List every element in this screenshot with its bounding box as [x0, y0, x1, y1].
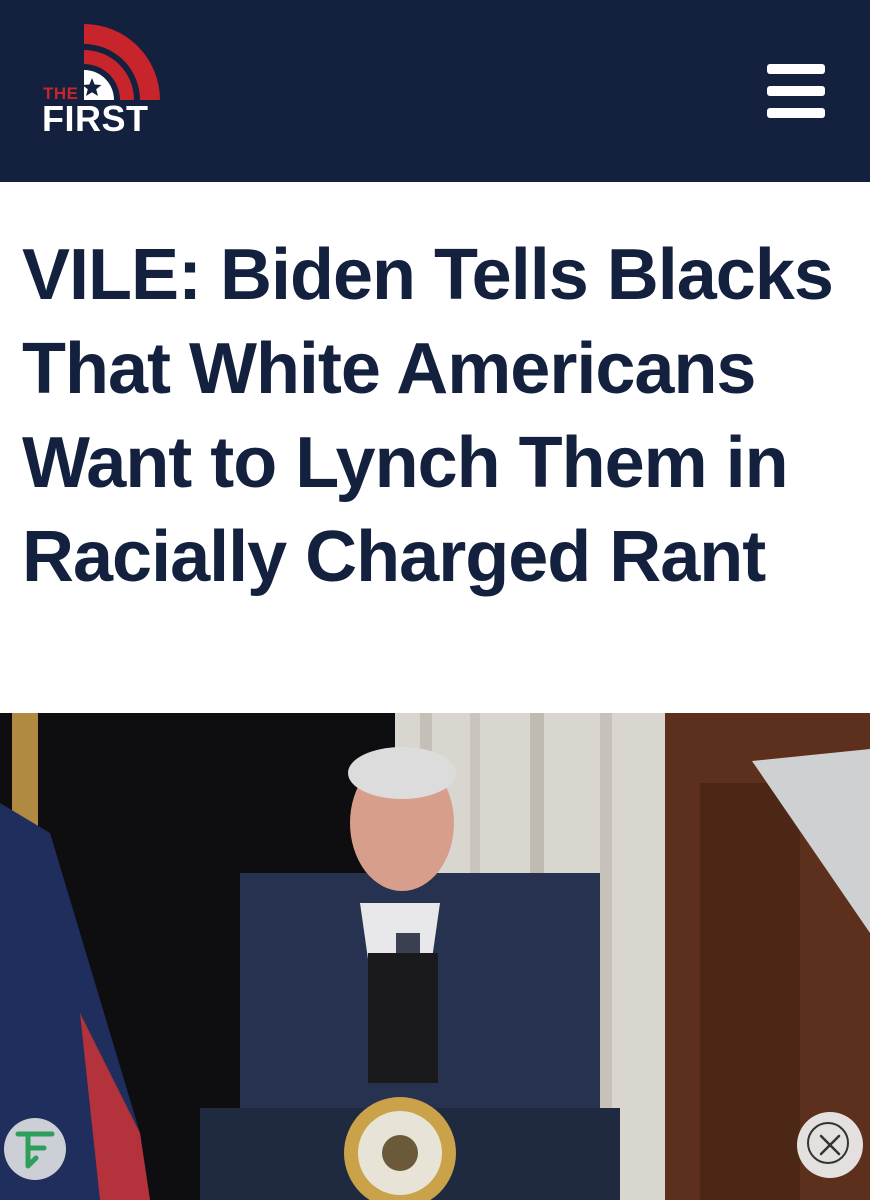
article-headline: VILE: Biden Tells Blacks That White Amer… — [22, 235, 834, 597]
menu-bar — [767, 86, 825, 96]
menu-bar — [767, 108, 825, 118]
site-header: THE FIRST — [0, 0, 870, 182]
close-x-glyph — [819, 1134, 841, 1156]
site-badge-glyph — [15, 1131, 55, 1169]
article-photo — [0, 713, 870, 1200]
close-icon[interactable] — [797, 1112, 863, 1178]
hamburger-menu-icon[interactable] — [760, 60, 830, 122]
site-logo-icon[interactable] — [4, 1118, 66, 1180]
menu-bar — [767, 64, 825, 74]
logo-text-first: FIRST — [42, 98, 149, 139]
site-logo[interactable]: THE FIRST — [40, 20, 170, 140]
logo-arcs-icon — [84, 24, 160, 100]
